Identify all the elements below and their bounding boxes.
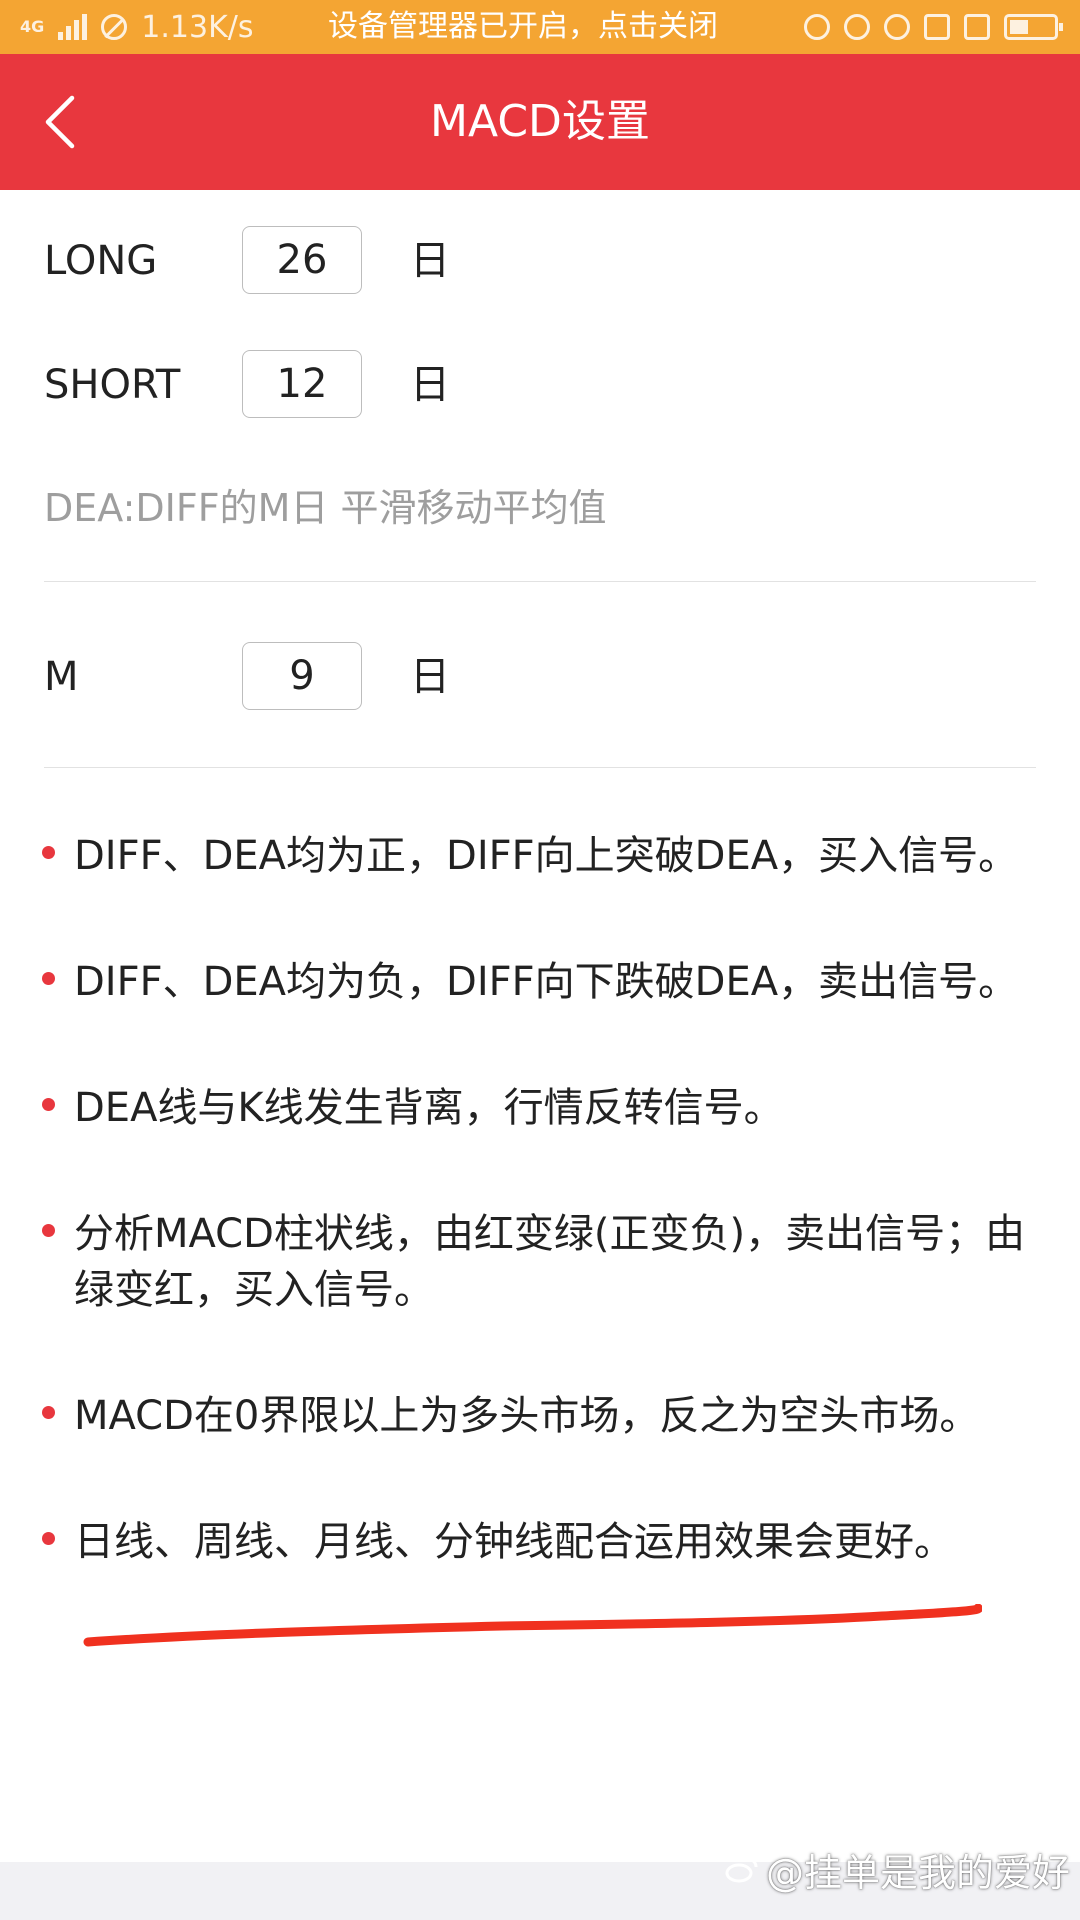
m-unit: 日 (410, 654, 450, 700)
long-input[interactable] (242, 226, 362, 294)
tip-text: 日线、周线、月线、分钟线配合运用效果会更好。 (74, 1519, 954, 1565)
tip-item: DIFF、DEA均为正，DIFF向上突破DEA，买入信号。 (42, 828, 1042, 884)
long-label: LONG (44, 238, 158, 284)
tip-text: MACD在0界限以上为多头市场，反之为空头市场。 (74, 1393, 980, 1439)
do-not-disturb-icon (101, 14, 128, 40)
tip-text: DIFF、DEA均为正，DIFF向上突破DEA，买入信号。 (74, 833, 1019, 879)
m-input[interactable] (242, 642, 362, 710)
tip-item: DEA线与K线发生背离，行情反转信号。 (42, 1080, 1042, 1136)
title-bar: MACD设置 (0, 54, 1080, 190)
bullet-dot (42, 846, 55, 859)
hd-call-icon (964, 14, 990, 40)
weibo-icon (725, 1857, 758, 1882)
dea-note: DEA:DIFF的M日 平滑移动平均值 (44, 486, 607, 530)
bullet-dot (42, 1098, 55, 1111)
status-notification[interactable]: 设备管理器已开启，点击关闭 (328, 0, 718, 54)
bullet-dot (42, 972, 55, 985)
status-bar: 4G 1.13K/s 设备管理器已开启，点击关闭 (0, 0, 1080, 54)
status-left: 4G 1.13K/s (20, 10, 253, 45)
watermark-text: @挂单是我的爱好 (765, 1851, 1070, 1895)
tips-list: DIFF、DEA均为正，DIFF向上突破DEA，买入信号。 DIFF、DEA均为… (42, 828, 1042, 1640)
short-input[interactable] (242, 350, 362, 418)
m-label: M (44, 654, 79, 700)
cast-icon (924, 14, 950, 40)
network-speed: 1.13K/s (141, 9, 254, 45)
tip-text: DEA线与K线发生背离，行情反转信号。 (74, 1085, 784, 1131)
tip-item: MACD在0界限以上为多头市场，反之为空头市场。 (42, 1388, 1042, 1444)
bullet-dot (42, 1406, 55, 1419)
divider (44, 581, 1036, 582)
short-label: SHORT (44, 362, 181, 408)
underline-annotation (83, 1604, 982, 1647)
signal-icon (58, 14, 88, 40)
tip-item: 日线、周线、月线、分钟线配合运用效果会更好。 (42, 1514, 1042, 1570)
short-row: SHORT 日 (44, 350, 1044, 420)
battery-icon (1004, 14, 1063, 40)
tip-item: 分析MACD柱状线，由红变绿(正变负)，卖出信号；由绿变红，买入信号。 (42, 1206, 1042, 1318)
tip-text: DIFF、DEA均为负，DIFF向下跌破DEA，卖出信号。 (74, 959, 1019, 1005)
watermark: @挂单是我的爱好 (724, 1842, 1070, 1897)
page-title: MACD设置 (430, 96, 650, 147)
long-unit: 日 (410, 238, 450, 284)
divider (44, 767, 1036, 768)
moon-icon (884, 14, 910, 40)
bullet-dot (42, 1532, 55, 1545)
alarm-icon (844, 14, 870, 40)
bell-icon (804, 14, 830, 40)
tip-item: DIFF、DEA均为负，DIFF向下跌破DEA，卖出信号。 (42, 954, 1042, 1010)
status-right (804, 0, 1063, 54)
network-type: 4G (20, 17, 45, 36)
m-row: M 日 (44, 642, 1044, 712)
tip-text: 分析MACD柱状线，由红变绿(正变负)，卖出信号；由绿变红，买入信号。 (74, 1211, 1026, 1313)
bullet-dot (42, 1224, 55, 1237)
long-row: LONG 日 (44, 226, 1044, 296)
short-unit: 日 (410, 362, 450, 408)
